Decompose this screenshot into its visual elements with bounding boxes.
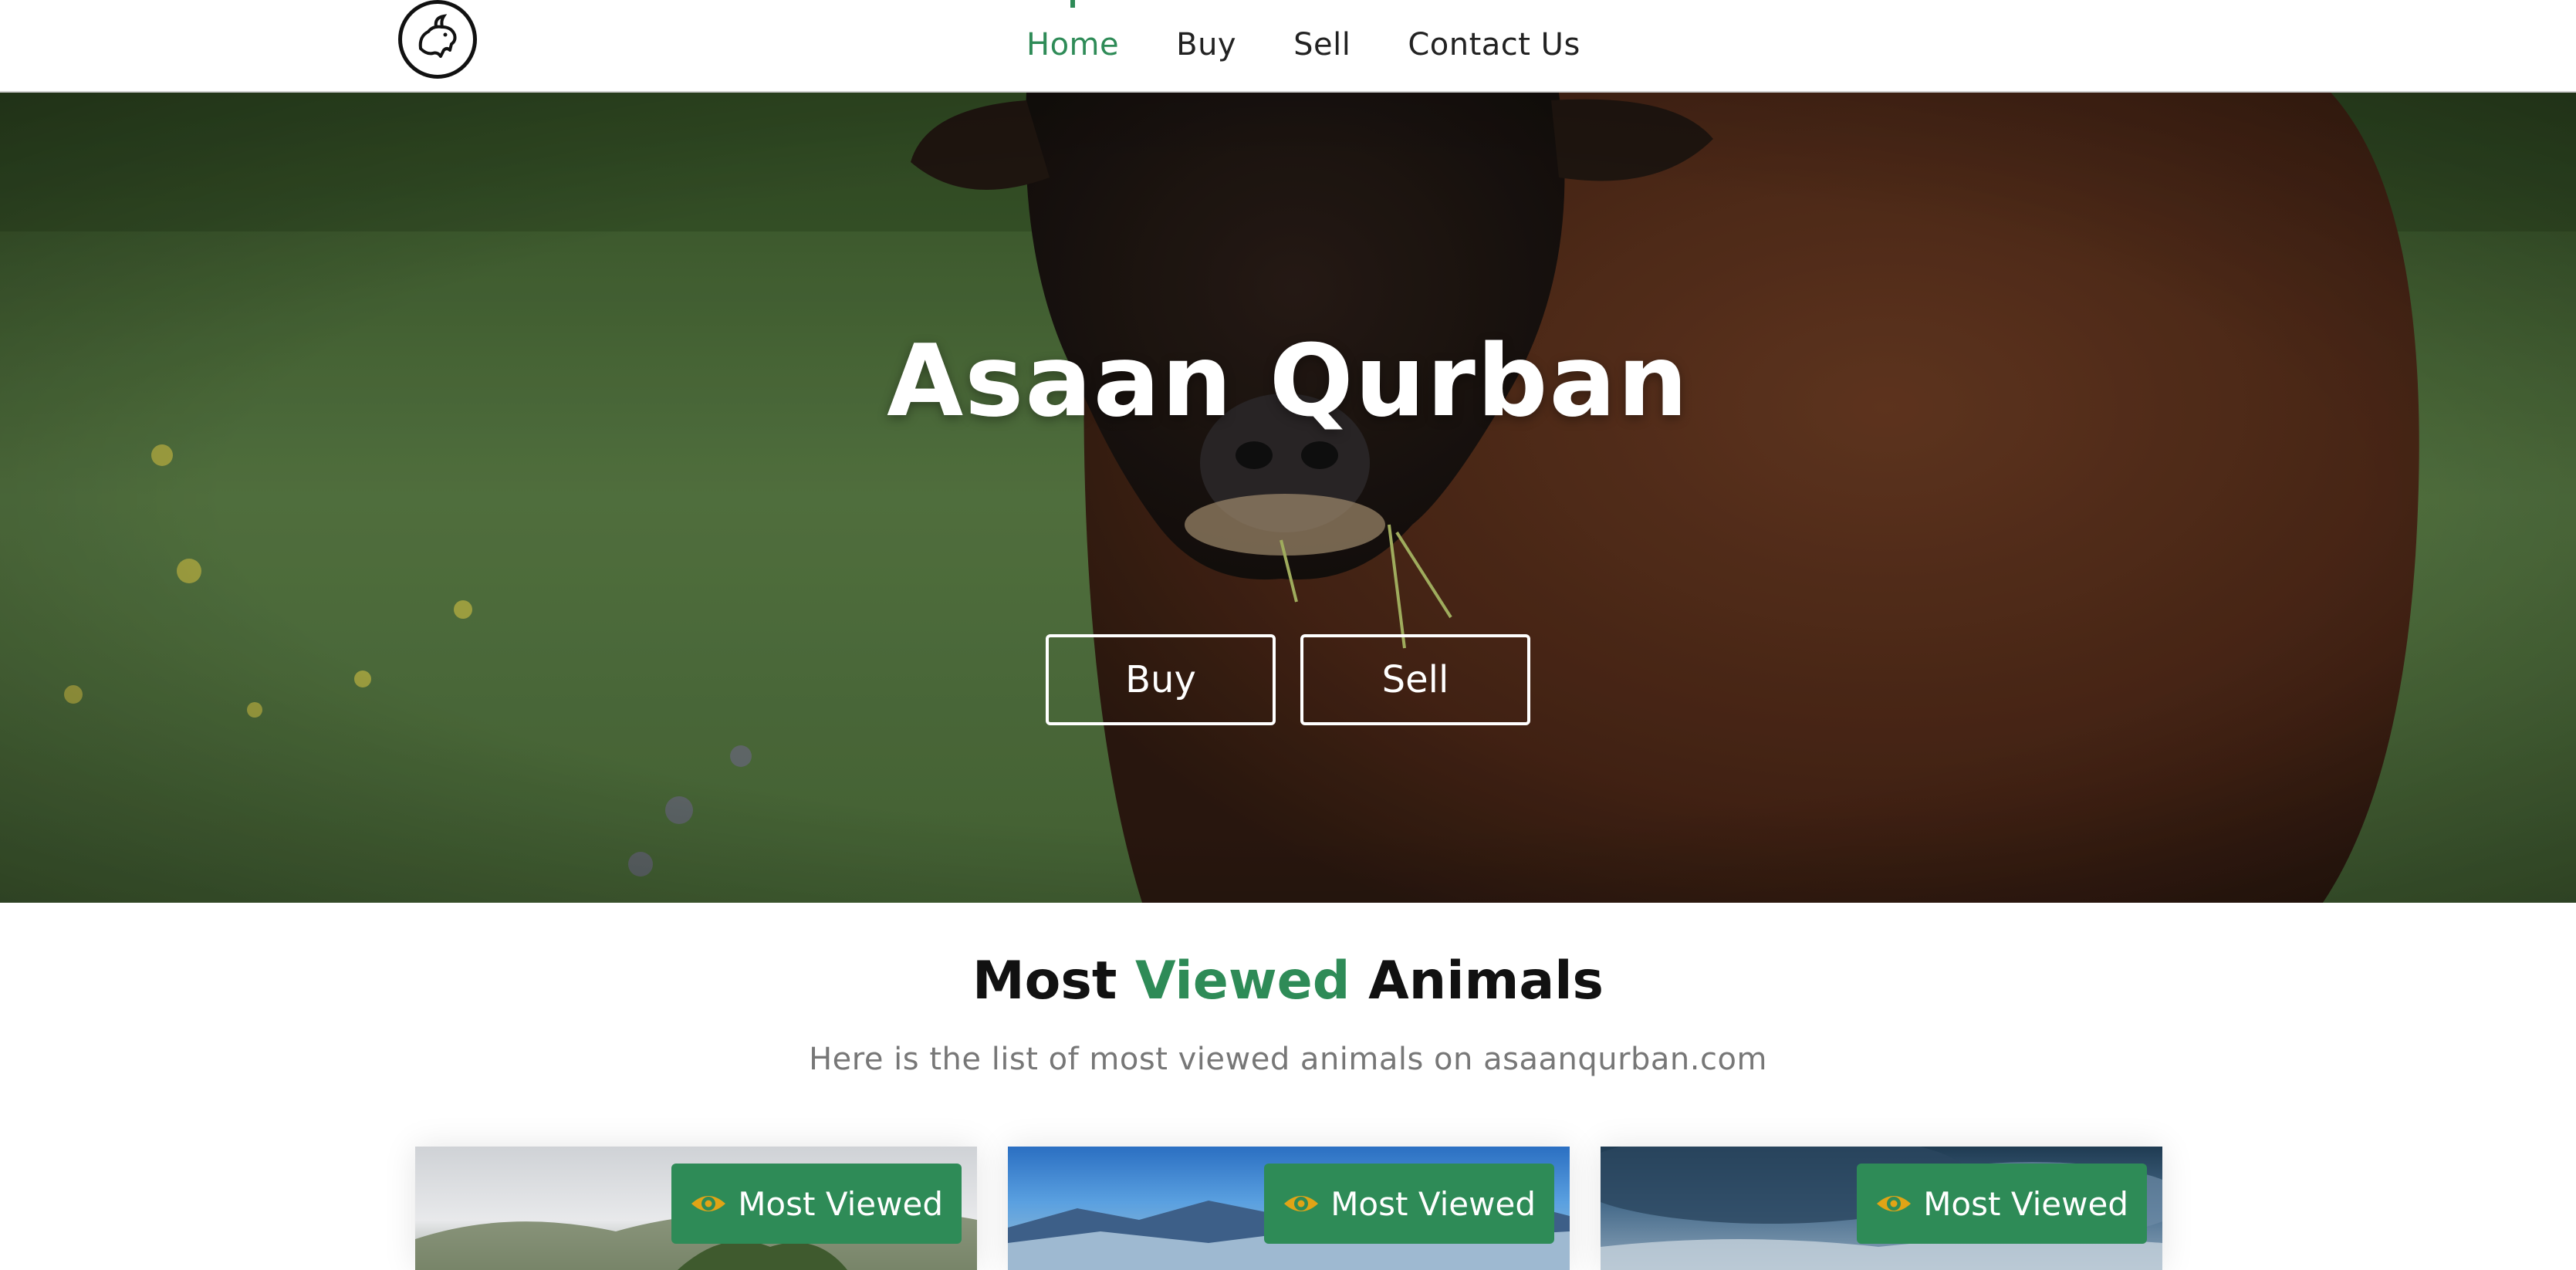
badge-label: Most Viewed xyxy=(1330,1184,1536,1223)
badge-label: Most Viewed xyxy=(738,1184,943,1223)
animal-card[interactable]: Most Viewed xyxy=(1008,1147,1570,1270)
hero-title: Asaan Qurban xyxy=(887,324,1689,439)
section-subtitle: Here is the list of most viewed animals … xyxy=(809,1042,1767,1077)
nav-home-link[interactable]: Home xyxy=(1026,27,1119,62)
animal-card[interactable]: Most Viewed xyxy=(1601,1147,2162,1270)
nav-contact-link[interactable]: Contact Us xyxy=(1408,27,1580,62)
goat-logo-icon[interactable] xyxy=(398,0,477,79)
nav-buy-link[interactable]: Buy xyxy=(1176,27,1236,62)
most-viewed-badge: Most Viewed xyxy=(671,1164,962,1244)
badge-label: Most Viewed xyxy=(1923,1184,2128,1223)
section-title: Most Viewed Animals xyxy=(0,951,2576,1012)
animal-card[interactable]: Most Viewed xyxy=(415,1147,977,1270)
cow-in-meadow-photo xyxy=(0,93,2576,903)
eye-icon xyxy=(691,1196,726,1211)
eye-icon xyxy=(1877,1196,1912,1211)
hero-sell-button[interactable]: Sell xyxy=(1300,634,1530,725)
section-title-part: Animals xyxy=(1350,951,1604,1012)
hero-buy-button[interactable]: Buy xyxy=(1046,634,1276,725)
eye-icon xyxy=(1284,1196,1319,1211)
top-navbar: Home Buy Sell Contact Us xyxy=(0,0,2576,93)
nav-links: Home Buy Sell Contact Us xyxy=(1026,0,1638,89)
most-viewed-badge: Most Viewed xyxy=(1264,1164,1554,1244)
hero-banner: Asaan Qurban Buy Sell xyxy=(0,93,2576,903)
nav-sell-link[interactable]: Sell xyxy=(1293,27,1351,62)
section-title-part: Most xyxy=(972,951,1135,1012)
section-title-accent: Viewed xyxy=(1135,951,1351,1012)
most-viewed-badge: Most Viewed xyxy=(1857,1164,2147,1244)
